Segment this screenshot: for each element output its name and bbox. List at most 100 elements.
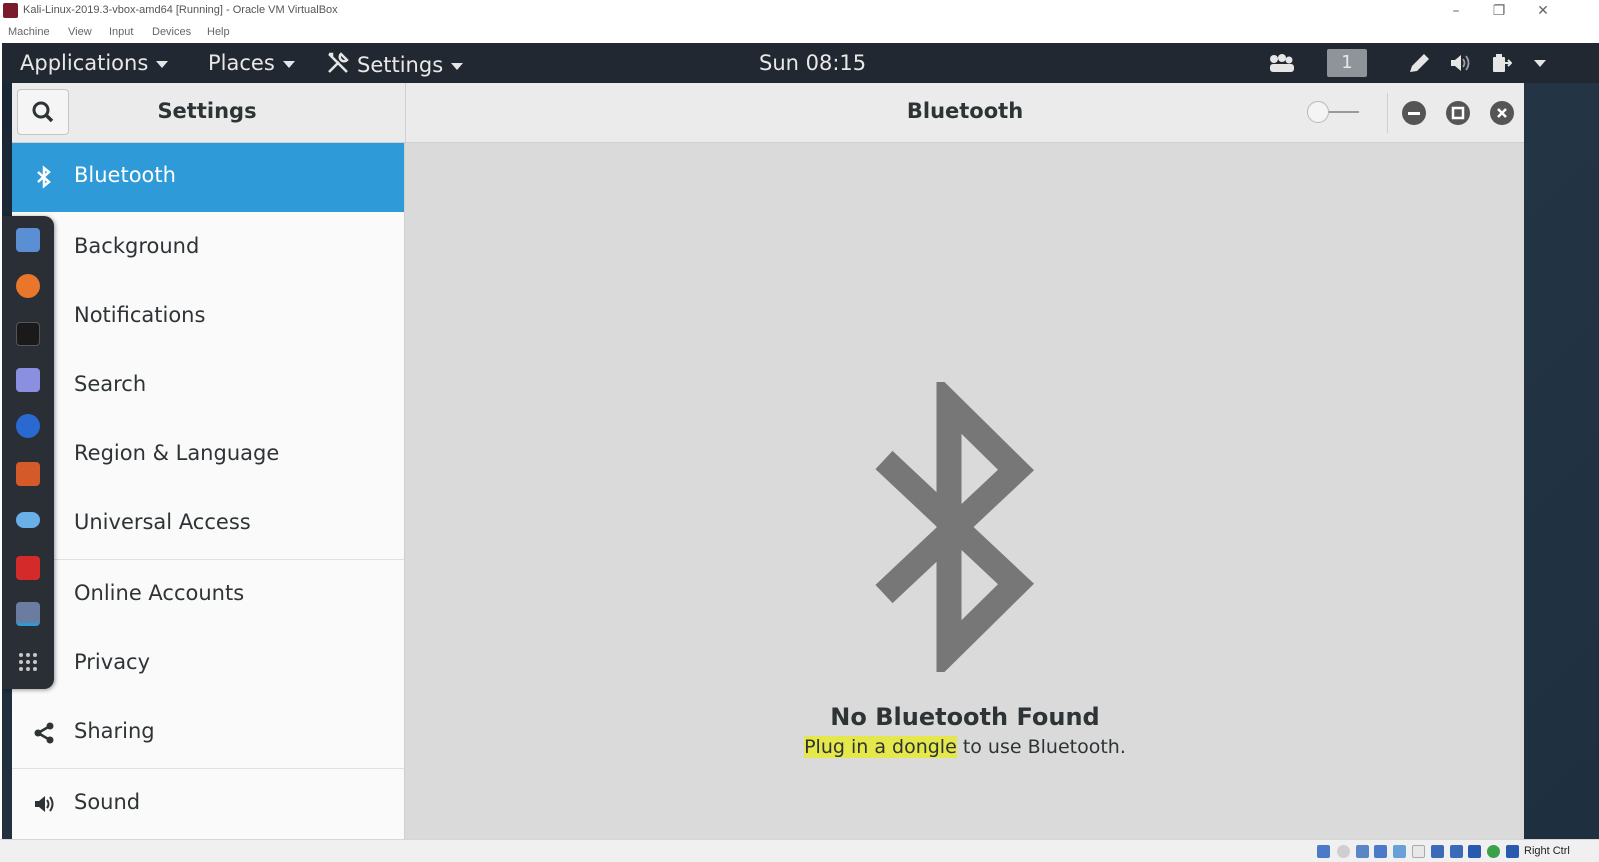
sidebar-item-label: Privacy — [74, 650, 151, 674]
no-bluetooth-hint: Plug in a dongle to use Bluetooth. — [406, 736, 1524, 758]
sidebar-item-sound[interactable]: Sound — [12, 770, 404, 839]
sidebar-item-notifications[interactable]: Notifications — [12, 283, 404, 352]
text-editor-icon[interactable] — [16, 368, 40, 392]
people-icon[interactable] — [1268, 53, 1294, 73]
dash-dock — [2, 216, 54, 689]
sidebar-item-sharing[interactable]: Sharing — [12, 699, 404, 768]
settings-window: Settings Bluetooth Bluetooth Background … — [12, 83, 1524, 839]
sidebar-item-label: Universal Access — [74, 510, 251, 534]
applications-menu[interactable]: Applications — [20, 51, 169, 75]
places-menu[interactable]: Places — [208, 51, 295, 75]
clock[interactable]: Sun 08:15 — [759, 51, 866, 75]
share-icon — [34, 722, 54, 744]
speaker-icon — [35, 796, 54, 812]
chevron-down-icon — [282, 60, 295, 68]
usb-icon[interactable] — [1393, 845, 1406, 858]
volume-icon[interactable] — [1449, 53, 1471, 73]
virtualbox-app-icon — [3, 3, 18, 18]
minimize-icon — [1408, 112, 1420, 115]
gnome-top-bar: Applications Places Settings Sun 08:15 1 — [2, 43, 1599, 83]
host-menu-devices[interactable]: Devices — [152, 26, 191, 38]
host-window-title: Kali-Linux-2019.3-vbox-amd64 [Running] -… — [23, 4, 338, 16]
close-button[interactable] — [1490, 101, 1514, 125]
bluetooth-icon — [37, 165, 51, 189]
maximize-button[interactable] — [1446, 101, 1470, 125]
shared-folders-icon[interactable] — [1412, 845, 1425, 858]
sidebar-separator — [12, 559, 404, 560]
search-button[interactable] — [17, 89, 69, 135]
display-icon[interactable] — [1431, 845, 1444, 858]
search-icon — [32, 101, 54, 123]
host-restore-button[interactable]: ❐ — [1479, 1, 1519, 21]
armitage-icon[interactable] — [16, 512, 40, 528]
sidebar-item-label: Sharing — [74, 719, 155, 743]
pen-icon[interactable] — [1408, 53, 1430, 73]
settings-sidebar: Bluetooth Background Notifications Searc… — [12, 143, 405, 839]
bluetooth-toggle[interactable] — [1307, 101, 1359, 123]
places-label: Places — [208, 51, 275, 75]
show-applications-icon[interactable] — [16, 650, 40, 674]
firefox-icon[interactable] — [16, 274, 40, 298]
host-key-label: Right Ctrl — [1524, 845, 1570, 857]
highlighted-text: Plug in a dongle — [804, 736, 957, 758]
bluetooth-large-icon — [875, 382, 1035, 672]
network-icon[interactable] — [1374, 845, 1387, 858]
host-menu-input[interactable]: Input — [109, 26, 133, 38]
minimize-button[interactable] — [1402, 101, 1426, 125]
sidebar-item-label: Bluetooth — [74, 163, 176, 187]
optical-drive-icon[interactable] — [1337, 845, 1350, 858]
host-menu-help[interactable]: Help — [207, 26, 230, 38]
no-bluetooth-heading: No Bluetooth Found — [830, 703, 1100, 731]
host-status-bar: Right Ctrl — [0, 839, 1599, 862]
header-separator — [1387, 93, 1388, 133]
maximize-icon — [1451, 106, 1465, 120]
sidebar-item-region-language[interactable]: Region & Language — [12, 421, 404, 490]
sidebar-item-label: Region & Language — [74, 441, 280, 465]
bluetooth-panel: No Bluetooth Found Plug in a dongle to u… — [406, 143, 1524, 839]
host-menubar: Machine View Input Devices Help — [0, 23, 1599, 43]
sidebar-item-search[interactable]: Search — [12, 352, 404, 421]
cpu-icon[interactable] — [1468, 845, 1481, 858]
sidebar-item-online-accounts[interactable]: Online Accounts — [12, 561, 404, 630]
sidebar-item-label: Online Accounts — [74, 581, 245, 605]
host-menu-machine[interactable]: Machine — [8, 26, 50, 38]
hint-rest-text: to use Bluetooth. — [956, 736, 1126, 758]
sidebar-item-background[interactable]: Background — [12, 214, 404, 283]
sidebar-title: Settings — [157, 99, 257, 123]
terminal-icon[interactable] — [16, 322, 40, 346]
sidebar-separator — [12, 768, 404, 769]
tools-icon — [328, 52, 349, 73]
settings-app-label: Settings — [357, 53, 444, 77]
keyboard-icon[interactable] — [1506, 845, 1519, 858]
hard-disk-icon[interactable] — [1317, 845, 1330, 858]
video-capture-icon[interactable] — [1450, 845, 1463, 858]
toggle-knob — [1307, 101, 1329, 123]
host-titlebar: Kali-Linux-2019.3-vbox-amd64 [Running] -… — [0, 0, 1599, 22]
sidebar-item-label: Sound — [74, 790, 141, 814]
chevron-down-icon — [156, 60, 169, 68]
settings-app-icon[interactable] — [16, 602, 40, 626]
power-icon[interactable] — [1490, 53, 1512, 73]
files-icon[interactable] — [16, 228, 40, 252]
sidebar-item-bluetooth[interactable]: Bluetooth — [12, 143, 404, 212]
faraday-icon[interactable] — [16, 556, 40, 580]
sidebar-item-privacy[interactable]: Privacy — [12, 630, 404, 699]
host-minimize-button[interactable]: – — [1436, 1, 1476, 21]
host-menu-view[interactable]: View — [68, 26, 92, 38]
audio-icon[interactable] — [1356, 845, 1369, 858]
metasploit-icon[interactable] — [16, 414, 40, 438]
host-close-button[interactable]: ✕ — [1523, 1, 1563, 21]
settings-app-menu[interactable]: Settings — [325, 51, 464, 77]
sidebar-item-label: Background — [74, 234, 200, 258]
burpsuite-icon[interactable] — [16, 462, 40, 486]
guest-desktop: Applications Places Settings Sun 08:15 1 — [2, 43, 1599, 839]
sidebar-item-label: Search — [74, 372, 147, 396]
system-menu-chevron-icon[interactable] — [1534, 60, 1546, 67]
mouse-integration-icon[interactable] — [1487, 845, 1500, 858]
window-headerbar: Settings Bluetooth — [12, 83, 1524, 143]
close-icon — [1497, 108, 1507, 118]
chevron-down-icon — [451, 62, 464, 70]
sidebar-item-universal-access[interactable]: Universal Access — [12, 490, 404, 559]
workspace-indicator[interactable]: 1 — [1327, 49, 1367, 77]
sidebar-item-label: Notifications — [74, 303, 206, 327]
